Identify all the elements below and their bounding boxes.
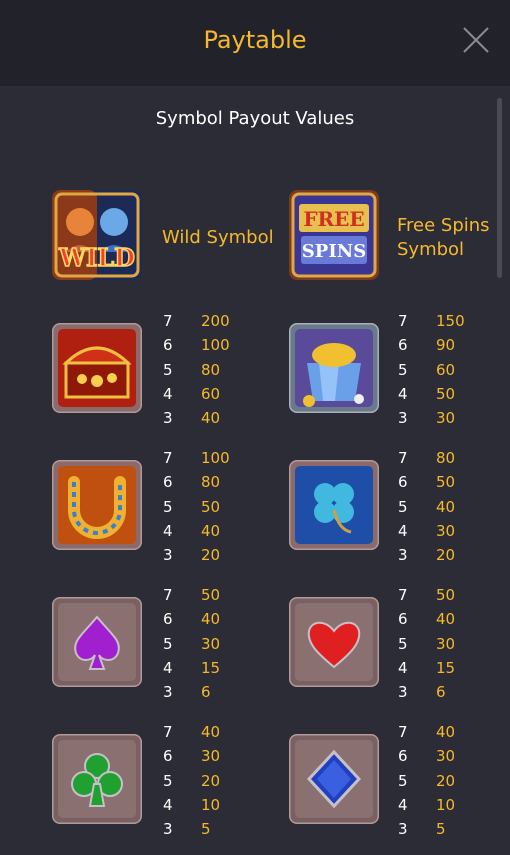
- pay-row: 36: [163, 683, 211, 702]
- spade-icon: [52, 597, 142, 687]
- pay-row: 7 40: [163, 723, 221, 741]
- diamond-icon: [289, 734, 379, 824]
- close-icon[interactable]: [462, 26, 490, 54]
- pay-row: 3 20: [398, 546, 456, 565]
- four-leaf-clover-icon: [289, 460, 379, 550]
- gold-pot-icon: [289, 323, 379, 413]
- pay-row: 7 150: [398, 312, 465, 330]
- pay-row: 6 30: [398, 747, 456, 766]
- free-spins-symbol-icon: FREE SPINS: [289, 190, 379, 280]
- pay-row: 7 100: [163, 449, 230, 467]
- header-bar: Paytable: [0, 0, 510, 86]
- pay-row: 36: [398, 683, 446, 702]
- pay-row: 7 80: [398, 449, 456, 467]
- pay-row: 5 20: [398, 771, 456, 790]
- pay-row: 4 10: [398, 795, 456, 814]
- paytable-symbol-2: 7 150 6 90 5 60 4 50 3 30: [398, 309, 488, 430]
- pay-row: 6 100: [163, 336, 230, 355]
- pay-row: 6 80: [163, 473, 221, 492]
- pay-row: 5 30: [163, 634, 221, 653]
- horseshoe-icon: [52, 460, 142, 550]
- pay-row: 7 200: [163, 312, 230, 330]
- pay-row: 6 90: [398, 336, 456, 355]
- pay-row: 5 60: [398, 360, 456, 379]
- free-spins-label: Free Spins Symbol: [397, 215, 490, 260]
- paytable-symbol-3: 7 100 6 80 5 50 4 40 3 20: [163, 446, 253, 567]
- pay-row: 5 80: [163, 360, 221, 379]
- pay-row: 6 30: [163, 747, 221, 766]
- pay-row: 4 15: [398, 658, 456, 677]
- pay-row: 3 20: [163, 546, 221, 565]
- pay-row: 5 40: [398, 497, 456, 516]
- pay-row: 35: [163, 820, 211, 839]
- pay-row: 4 40: [163, 521, 221, 540]
- pay-row: 5 50: [163, 497, 221, 516]
- paytable-symbol-1: 7 200 6 100 5 80 4 60 3 40: [163, 309, 253, 430]
- pay-row: 4 30: [398, 521, 456, 540]
- pay-row: 4 60: [163, 384, 221, 403]
- page-title: Paytable: [203, 26, 307, 54]
- pay-row: 6 40: [163, 610, 221, 629]
- pay-row: 7 40: [398, 723, 456, 741]
- pay-row: 3 30: [398, 409, 456, 428]
- paytable-symbol-7: 7 40 6 30 5 20 4 10 35: [163, 720, 253, 841]
- pay-row: 3 40: [163, 409, 221, 428]
- pay-row: 7 50: [163, 586, 221, 604]
- pay-row: 35: [398, 820, 446, 839]
- pay-row: 6 50: [398, 473, 456, 492]
- paytable-symbol-8: 7 40 6 30 5 20 4 10 35: [398, 720, 488, 841]
- svg-text:SPINS: SPINS: [302, 241, 366, 262]
- pay-row: 7 50: [398, 586, 456, 604]
- paytable-symbol-6: 7 50 6 40 5 30 4 15 36: [398, 583, 488, 704]
- pay-row: 6 40: [398, 610, 456, 629]
- wild-symbol-label: Wild Symbol: [162, 227, 274, 248]
- treasure-chest-icon: [52, 323, 142, 413]
- paytable-symbol-4: 7 80 6 50 5 40 4 30 3 20: [398, 446, 488, 567]
- pay-row: 4 15: [163, 658, 221, 677]
- wild-symbol-icon: WILD: [52, 190, 142, 280]
- pay-row: 4 50: [398, 384, 456, 403]
- paytable-symbol-5: 7 50 6 40 5 30 4 15 36: [163, 583, 253, 704]
- pay-row: 5 30: [398, 634, 456, 653]
- svg-text:WILD: WILD: [58, 243, 135, 272]
- svg-text:FREE: FREE: [303, 207, 364, 231]
- section-title: Symbol Payout Values: [155, 108, 355, 129]
- pay-row: 5 20: [163, 771, 221, 790]
- heart-icon: [289, 597, 379, 687]
- club-icon: [52, 734, 142, 824]
- pay-row: 4 10: [163, 795, 221, 814]
